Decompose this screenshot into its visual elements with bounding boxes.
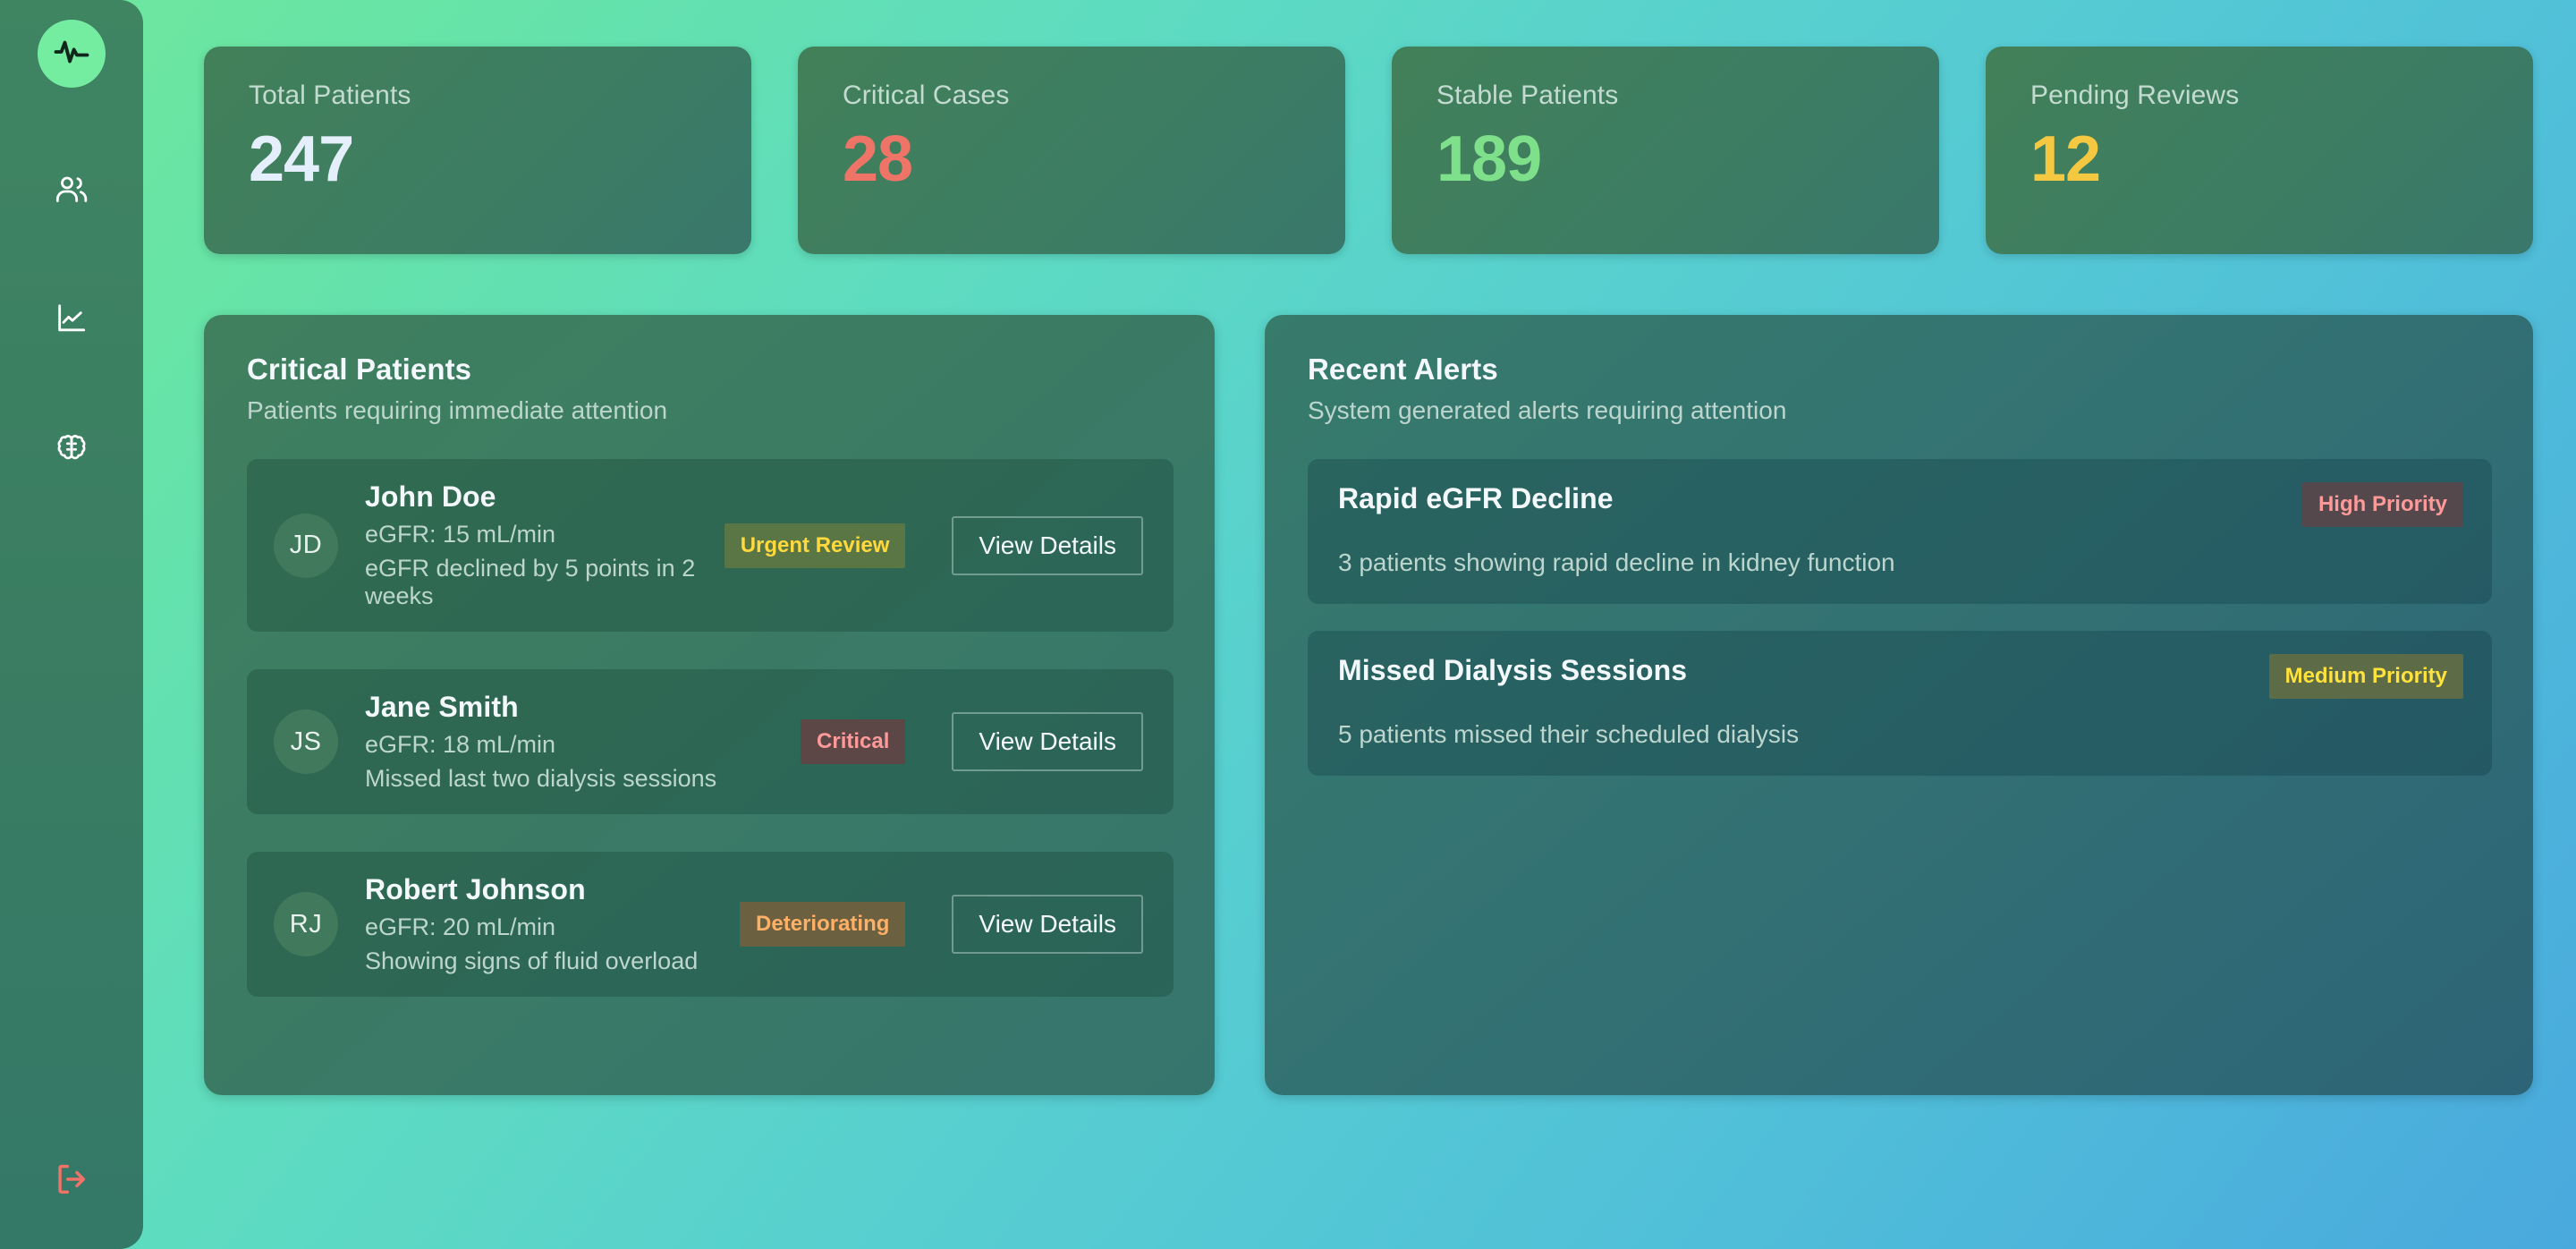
patient-name: Robert Johnson (365, 873, 586, 905)
critical-patients-panel: Critical Patients Patients requiring imm… (204, 315, 1215, 1095)
patient-name: Jane Smith (365, 691, 519, 723)
status-badge: Urgent Review (724, 523, 906, 568)
patient-note: eGFR declined by 5 points in 2 weeks (365, 555, 696, 609)
avatar: JD (274, 513, 338, 578)
alert-title: Rapid eGFR Decline (1337, 482, 1614, 514)
stat-card-stable-patients: Stable Patients 189 (1392, 47, 1939, 254)
panel-title: Recent Alerts (1307, 353, 1498, 386)
stat-value: 28 (843, 123, 913, 195)
sidebar-item-insights[interactable] (39, 415, 104, 480)
panel-subtitle: Patients requiring immediate attention (247, 396, 668, 424)
users-icon (54, 172, 89, 208)
view-details-button[interactable]: View Details (952, 712, 1143, 771)
stat-label: Pending Reviews (2030, 81, 2240, 110)
avatar: RJ (274, 892, 338, 956)
avatar: JS (274, 709, 338, 774)
panel-subtitle: System generated alerts requiring attent… (1307, 396, 1787, 424)
stat-value: 189 (1436, 123, 1542, 195)
patient-info: Jane Smith eGFR: 18 mL/min Missed last t… (365, 691, 774, 793)
app-logo[interactable] (38, 20, 106, 88)
status-badge: Critical (801, 719, 906, 764)
sidebar (0, 0, 143, 1249)
patient-note: Missed last two dialysis sessions (365, 765, 717, 792)
line-chart-icon (54, 301, 89, 336)
stat-card-pending-reviews: Pending Reviews 12 (1986, 47, 2533, 254)
table-row[interactable]: RJ Robert Johnson eGFR: 20 mL/min Showin… (247, 852, 1174, 997)
stat-card-critical-cases: Critical Cases 28 (798, 47, 1345, 254)
alert-header: Missed Dialysis Sessions Medium Priority (1338, 654, 2463, 699)
logout-icon (53, 1160, 90, 1202)
patient-info: John Doe eGFR: 15 mL/min eGFR declined b… (365, 480, 698, 610)
patient-egfr: eGFR: 20 mL/min (365, 913, 556, 940)
list-item[interactable]: Rapid eGFR Decline High Priority 3 patie… (1307, 459, 2492, 604)
main-content: Total Patients 247 Critical Cases 28 Sta… (143, 0, 2576, 1249)
sidebar-item-analytics[interactable] (39, 286, 104, 351)
panel-title: Critical Patients (247, 353, 472, 386)
view-details-button[interactable]: View Details (952, 515, 1143, 575)
list-item[interactable]: Missed Dialysis Sessions Medium Priority… (1307, 631, 2492, 776)
priority-badge: High Priority (2301, 482, 2463, 527)
patient-note: Showing signs of fluid overload (365, 947, 699, 974)
priority-badge: Medium Priority (2268, 654, 2463, 699)
patient-egfr: eGFR: 15 mL/min (365, 521, 556, 548)
stat-card-total-patients: Total Patients 247 (204, 47, 751, 254)
status-badge: Deteriorating (740, 902, 906, 947)
alert-description: 5 patients missed their scheduled dialys… (1337, 720, 1800, 748)
stat-label: Stable Patients (1436, 81, 1619, 110)
activity-pulse-icon (53, 33, 90, 75)
patient-egfr: eGFR: 18 mL/min (365, 731, 556, 758)
alert-title: Missed Dialysis Sessions (1337, 654, 1688, 686)
dashboard-root: Total Patients 247 Critical Cases 28 Sta… (0, 0, 2576, 1249)
stat-value: 12 (2030, 123, 2101, 195)
logout-button[interactable] (43, 1152, 100, 1210)
stat-label: Critical Cases (843, 81, 1010, 110)
panels-row: Critical Patients Patients requiring imm… (204, 315, 2533, 1095)
stat-value: 247 (249, 123, 354, 195)
patient-info: Robert Johnson eGFR: 20 mL/min Showing s… (365, 873, 713, 975)
sidebar-item-patients[interactable] (39, 157, 104, 222)
patient-name: John Doe (365, 480, 496, 513)
alert-header: Rapid eGFR Decline High Priority (1338, 482, 2463, 527)
view-details-button[interactable]: View Details (952, 895, 1143, 954)
brain-icon (54, 429, 89, 465)
table-row[interactable]: JD John Doe eGFR: 15 mL/min eGFR decline… (247, 459, 1174, 632)
stat-label: Total Patients (249, 81, 411, 110)
table-row[interactable]: JS Jane Smith eGFR: 18 mL/min Missed las… (247, 669, 1174, 814)
alert-description: 3 patients showing rapid decline in kidn… (1337, 548, 1895, 576)
recent-alerts-panel: Recent Alerts System generated alerts re… (1264, 315, 2533, 1095)
stats-row: Total Patients 247 Critical Cases 28 Sta… (204, 47, 2533, 254)
